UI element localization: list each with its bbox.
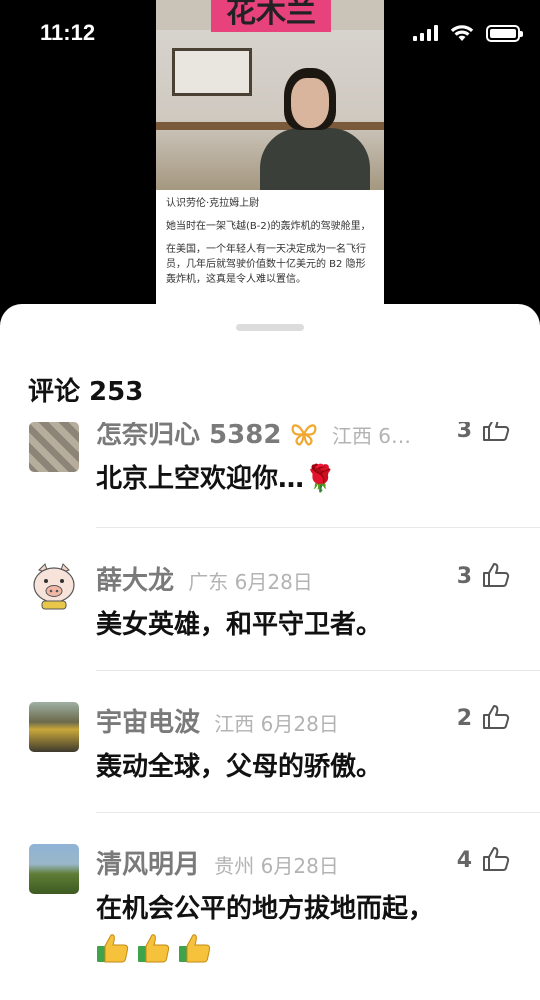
comment-item: 怎奈归心 5382 江西 6… 3 北京上空欢迎你…🌹 <box>0 422 540 524</box>
caption-line-2: 在美国，一个年轻人有一天决定成为一名飞行员，几年后就驾驶价值数十亿美元的 B2 … <box>166 244 366 285</box>
pig-avatar[interactable] <box>29 560 79 610</box>
like-count: 3 <box>456 564 472 589</box>
comment-item: 宇宙电波 江西 6月28日 2 轰动全球，父母的骄傲。 <box>0 702 540 812</box>
battery-icon <box>486 24 523 42</box>
divider <box>96 812 540 813</box>
butterfly-icon <box>291 424 317 446</box>
username[interactable]: 怎奈归心 5382 <box>96 422 281 450</box>
comment-text: 美女英雄，和平守卫者。 <box>96 610 383 640</box>
status-icons <box>413 24 523 42</box>
divider <box>96 527 540 528</box>
username[interactable]: 宇宙电波 <box>96 708 200 738</box>
emoji-row <box>96 932 214 964</box>
like-count: 4 <box>456 848 472 873</box>
drag-handle[interactable] <box>236 324 304 331</box>
divider <box>96 670 540 671</box>
thumbs-up-emoji-icon <box>138 934 170 963</box>
region-date: 贵州 6月28日 <box>214 854 339 878</box>
comment-count-header: 评论 253 <box>28 377 144 407</box>
comment-text: 在机会公平的地方拔地而起， <box>96 894 435 924</box>
status-time: 11:12 <box>40 20 96 45</box>
pilot-face <box>291 78 329 128</box>
wall-stripe <box>156 122 384 130</box>
comment-meta: 薛大龙 广东 6月28日 <box>96 560 313 597</box>
like-count: 2 <box>456 706 472 731</box>
caption-line-1: 她当时在一架飞越(B-2)的轰炸机的驾驶舱里， <box>166 221 371 232</box>
region-date: 江西 6… <box>331 424 412 448</box>
comment-text: 轰动全球，父母的骄傲。 <box>96 752 383 782</box>
region-date: 江西 6月28日 <box>214 712 339 736</box>
comment-meta: 宇宙电波 江西 6月28日 <box>96 702 339 739</box>
status-bar: 11:12 <box>0 0 540 66</box>
thumbs-up-icon[interactable] <box>482 704 510 730</box>
like-count: 3 <box>456 422 472 443</box>
comment-text: 北京上空欢迎你…🌹 <box>96 458 336 495</box>
comment-sheet: 评论 253 怎奈归心 5382 江西 6… 3 北京上空欢迎你…🌹 薛大龙 广… <box>0 304 540 1000</box>
username[interactable]: 清风明月 <box>96 850 200 880</box>
thumbs-up-icon[interactable] <box>482 562 510 588</box>
avatar[interactable] <box>29 422 79 472</box>
thumbs-up-emoji-icon <box>179 934 211 963</box>
comment-text-content: 北京上空欢迎你…🌹 <box>96 464 337 494</box>
comment-list[interactable]: 怎奈归心 5382 江西 6… 3 北京上空欢迎你…🌹 薛大龙 广东 6月28日… <box>0 422 540 1000</box>
avatar[interactable] <box>29 702 79 752</box>
comment-item: 清风明月 贵州 6月28日 4 在机会公平的地方拔地而起， <box>0 844 540 994</box>
avatar[interactable] <box>29 844 79 894</box>
wifi-icon <box>450 25 474 41</box>
comment-item: 薛大龙 广东 6月28日 3 美女英雄，和平守卫者。 <box>0 560 540 670</box>
region-date: 广东 6月28日 <box>188 570 313 594</box>
username[interactable]: 薛大龙 <box>96 566 174 596</box>
thumbs-up-icon[interactable] <box>482 846 510 872</box>
comment-meta: 怎奈归心 5382 江西 6… <box>96 422 411 451</box>
pilot-body <box>260 128 370 198</box>
caption-heading: 认识劳伦·克拉姆上尉 <box>166 198 260 209</box>
thumbs-up-emoji-icon <box>97 934 129 963</box>
cellular-signal-icon <box>413 25 438 41</box>
thumbs-up-icon[interactable] <box>482 422 510 442</box>
video-caption: 认识劳伦·克拉姆上尉 她当时在一架飞越(B-2)的轰炸机的驾驶舱里， 在美国，一… <box>156 190 384 305</box>
comment-meta: 清风明月 贵州 6月28日 <box>96 844 339 881</box>
